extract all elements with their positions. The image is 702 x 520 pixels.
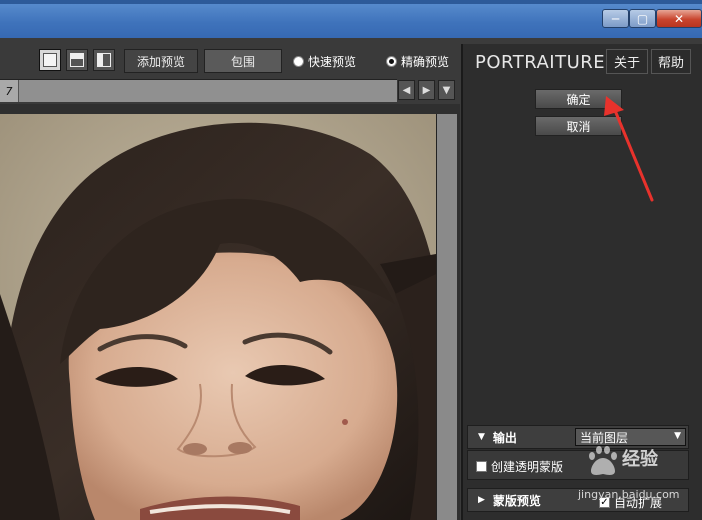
split-vertical-icon [97,53,111,67]
create-mask-label: 创建透明蒙版 [491,460,564,474]
radio-unselected-icon [293,56,304,67]
bracket-button[interactable]: 包围 [204,49,282,73]
output-section-title: 输出 [492,430,517,445]
single-view-icon [43,53,57,67]
ok-label: 确定 [566,92,591,107]
chevron-left-icon: ◀ [402,84,411,96]
help-label: 帮助 [657,56,684,71]
about-button[interactable]: 关于 [606,49,648,74]
checkbox-unchecked-icon [476,461,487,472]
preview-tab-strip [0,79,397,102]
cancel-button[interactable]: 取消 [535,116,622,136]
portrait-photo[interactable] [0,114,436,520]
cancel-label: 取消 [566,119,591,134]
chevron-down-icon: ▼ [442,84,451,96]
precise-preview-radio[interactable]: 精确预览 [386,53,449,70]
fast-preview-radio[interactable]: 快速预览 [293,53,356,70]
fast-preview-label: 快速预览 [308,55,357,69]
baidu-watermark: 经验 jingyan.baidu.com [578,440,694,506]
tab-scroll-left-button[interactable]: ◀ [398,80,415,100]
split-horizontal-icon [70,53,84,67]
product-name: PORTRAITURE [475,52,606,73]
help-button[interactable]: 帮助 [651,49,691,74]
single-view-button[interactable] [39,49,61,71]
triangle-down-icon: ▼ [478,432,485,442]
window-title-bar [0,0,702,38]
minimize-button[interactable]: ─ [602,9,629,28]
preview-tab-label: 7 [5,84,13,98]
watermark-brand: 经验 [622,449,658,470]
portrait-image [0,114,436,520]
chevron-right-icon: ▶ [422,84,431,96]
bracket-label: 包围 [230,54,255,69]
watermark-site: jingyan.baidu.com [578,488,680,501]
minimize-icon: ─ [611,11,620,26]
ok-button[interactable]: 确定 [535,89,622,109]
split-horizontal-view-button[interactable] [66,49,88,71]
radio-selected-icon [386,56,397,67]
create-mask-checkbox[interactable]: 创建透明蒙版 [476,458,563,475]
maximize-button[interactable]: ▢ [629,9,656,28]
triangle-right-icon: ▶ [478,495,485,505]
tab-scroll-right-button[interactable]: ▶ [418,80,435,100]
add-preview-button[interactable]: 添加预览 [124,49,198,73]
add-preview-label: 添加预览 [136,54,185,69]
mask-preview-title: 蒙版预览 [492,493,541,508]
tab-menu-button[interactable]: ▼ [438,80,455,100]
about-label: 关于 [613,56,640,71]
precise-preview-label: 精确预览 [401,55,450,69]
maximize-icon: ▢ [636,11,649,26]
close-icon: ✕ [673,11,685,26]
preview-tab[interactable]: 7 [0,80,19,102]
close-button[interactable]: ✕ [656,9,702,28]
product-logo: PORTRAITURE 2 [475,52,623,73]
split-vertical-view-button[interactable] [93,49,115,71]
preview-scroll-margin [436,114,457,520]
